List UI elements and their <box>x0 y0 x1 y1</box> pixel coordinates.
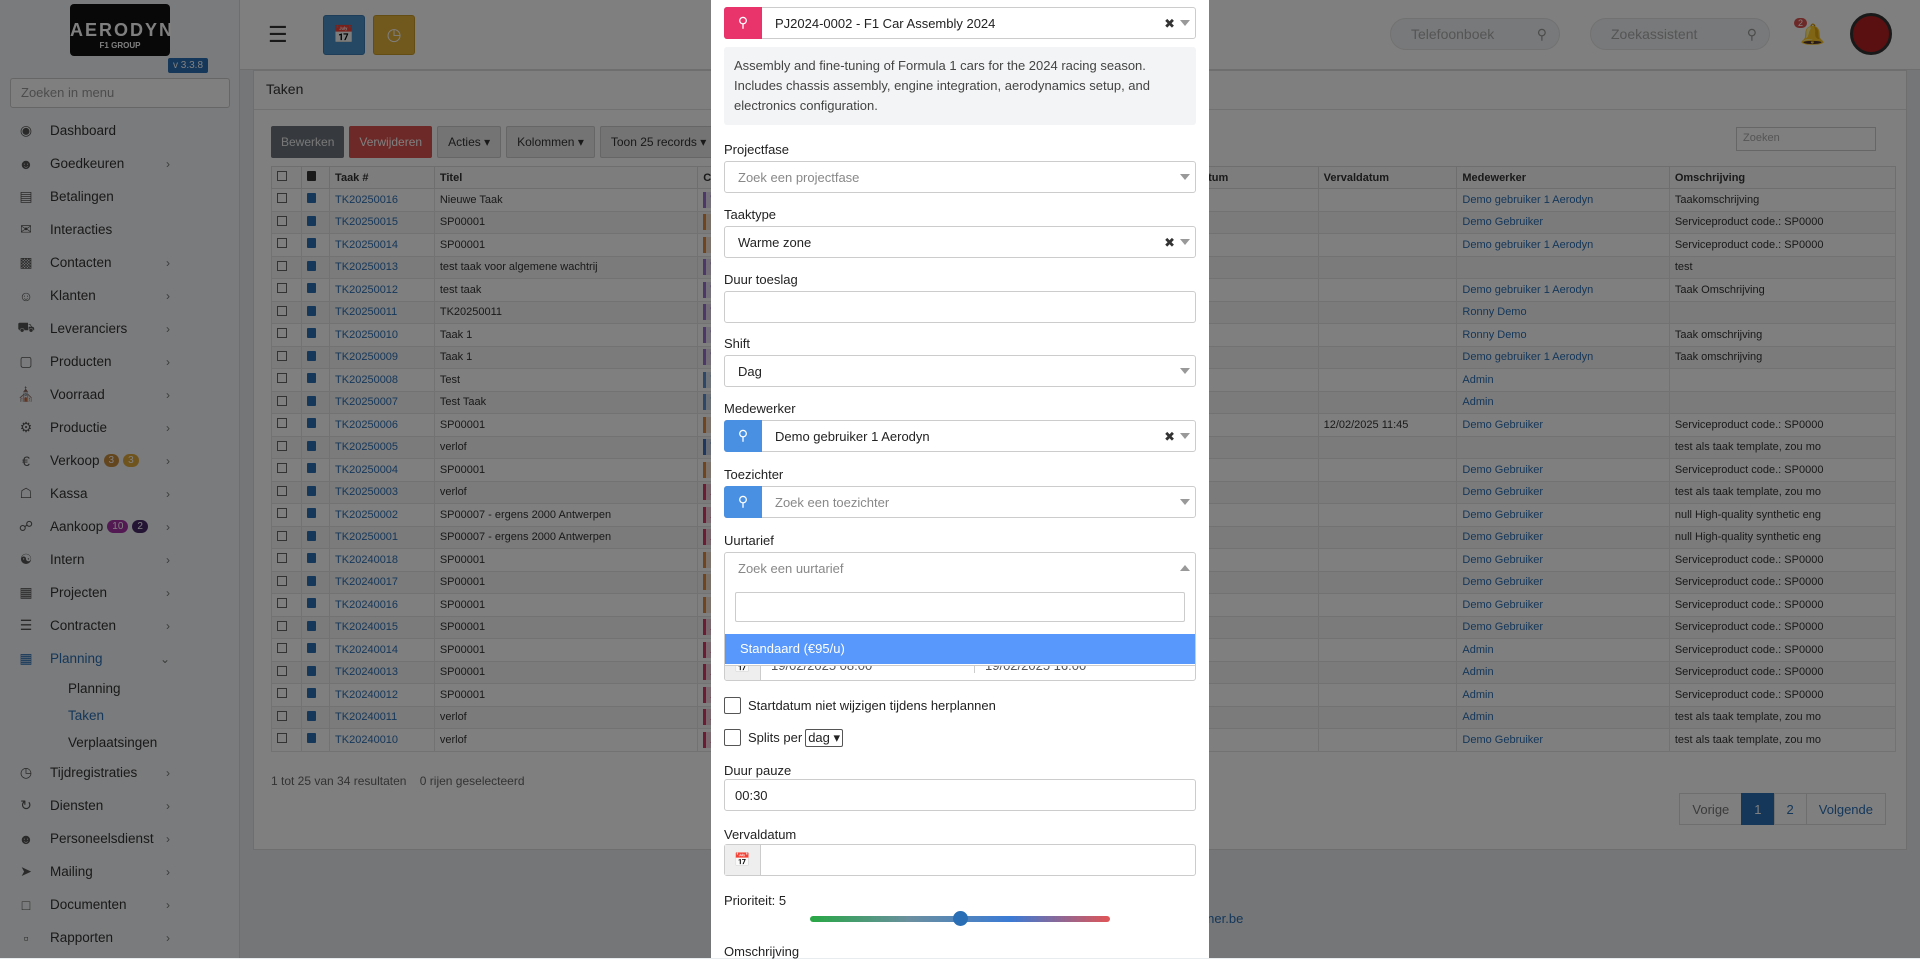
split-checkbox[interactable] <box>724 729 741 746</box>
supervisor-search-button[interactable]: ⚲ <box>724 485 762 518</box>
chevron-down-icon <box>1180 239 1190 245</box>
rate-dropdown-search[interactable] <box>735 592 1185 622</box>
clear-icon[interactable]: ✖ <box>1164 235 1175 251</box>
supervisor-select[interactable]: ⚲ Zoek een toezichter <box>724 485 1196 518</box>
pause-input[interactable]: 00:30 <box>724 779 1196 811</box>
employee-value: Demo gebruiker 1 Aerodyn <box>775 428 930 444</box>
project-description: Assembly and fine-tuning of Formula 1 ca… <box>724 47 1196 125</box>
search-icon: ⚲ <box>737 14 749 30</box>
search-icon: ⚲ <box>737 427 749 443</box>
project-search-button[interactable]: ⚲ <box>724 6 762 39</box>
shift-select[interactable]: Dag <box>724 355 1196 387</box>
pause-label: Duur pauze <box>724 763 792 778</box>
due-label: Vervaldatum <box>724 827 797 842</box>
split-select[interactable]: dag ▾ <box>805 729 844 747</box>
phase-label: Projectfase <box>724 142 790 157</box>
description-label: Omschrijving <box>724 944 800 959</box>
clear-icon[interactable]: ✖ <box>1164 16 1175 32</box>
employee-select[interactable]: ⚲ Demo gebruiker 1 Aerodyn ✖ <box>724 419 1196 452</box>
rate-dropdown: Standaard (€95/u) <box>724 582 1196 666</box>
chevron-down-icon <box>1180 20 1190 26</box>
duration-label: Duur toeslag <box>724 272 798 287</box>
rate-placeholder: Zoek een uurtarief <box>738 560 844 576</box>
calendar-icon[interactable]: 📅 <box>725 845 761 875</box>
split-label: Splits per <box>748 730 803 745</box>
project-select[interactable]: ⚲ PJ2024-0002 - F1 Car Assembly 2024 ✖ <box>724 6 1196 39</box>
supervisor-placeholder: Zoek een toezichter <box>775 494 890 510</box>
chevron-down-icon <box>1180 368 1190 374</box>
project-value: PJ2024-0002 - F1 Car Assembly 2024 <box>775 15 996 31</box>
chevron-down-icon <box>1180 174 1190 180</box>
tasktype-label: Taaktype <box>724 207 777 222</box>
no-change-start-checkbox[interactable] <box>724 697 741 714</box>
priority-label: Prioriteit: 5 <box>724 893 787 908</box>
chevron-up-icon <box>1180 565 1190 571</box>
duration-input[interactable] <box>724 291 1196 323</box>
supervisor-label: Toezichter <box>724 467 784 482</box>
no-change-start-label: Startdatum niet wijzigen tijdens herplan… <box>748 698 996 713</box>
rate-option-standaard[interactable]: Standaard (€95/u) <box>725 634 1195 664</box>
rate-select[interactable]: Zoek een uurtarief <box>724 552 1196 584</box>
priority-slider[interactable] <box>810 911 1110 926</box>
pause-value: 00:30 <box>735 787 768 803</box>
tasktype-value: Warme zone <box>738 234 812 250</box>
employee-search-button[interactable]: ⚲ <box>724 419 762 452</box>
clear-icon[interactable]: ✖ <box>1164 429 1175 445</box>
shift-value: Dag <box>738 363 762 379</box>
split-value: dag <box>808 730 830 745</box>
chevron-down-icon <box>1180 499 1190 505</box>
due-input[interactable]: 📅 <box>724 844 1196 876</box>
tasktype-select[interactable]: Warme zone ✖ <box>724 226 1196 258</box>
chevron-down-icon <box>1180 433 1190 439</box>
priority-slider-handle[interactable] <box>953 911 968 926</box>
phase-select[interactable]: Zoek een projectfase <box>724 161 1196 193</box>
rate-label: Uurtarief <box>724 533 774 548</box>
phase-placeholder: Zoek een projectfase <box>738 169 860 185</box>
shift-label: Shift <box>724 336 751 351</box>
split-row: Splits per dag ▾ <box>748 729 844 747</box>
search-icon: ⚲ <box>737 493 749 509</box>
employee-label: Medewerker <box>724 401 796 416</box>
